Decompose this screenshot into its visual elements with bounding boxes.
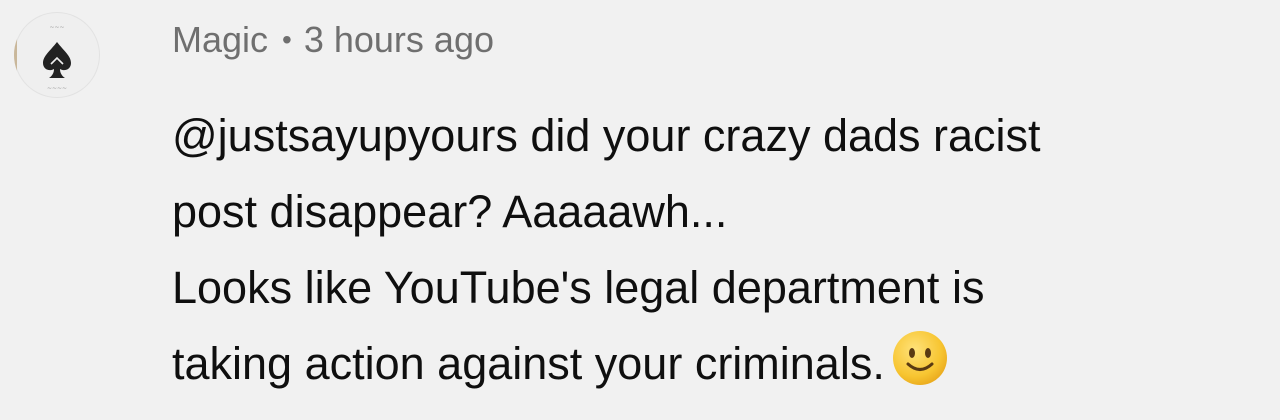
svg-text:~~~: ~~~ [49,24,64,31]
spade-icon: ~~~ ~~~~ [43,24,71,92]
comment-text: @justsayupyours did your crazy dads raci… [172,98,1252,402]
comment-line: post disappear? Aaaaawh... [172,186,728,237]
author-name[interactable]: Magic [172,19,268,61]
avatar[interactable]: ~~~ ~~~~ [14,12,100,98]
comment-line-last: taking action against your criminals. [172,326,1252,402]
comment: ~~~ ~~~~ Magic • 3 hours ago @justsayupy… [0,0,1280,420]
svg-text:~~~~: ~~~~ [47,85,67,92]
comment-header: Magic • 3 hours ago [172,16,494,64]
timestamp[interactable]: 3 hours ago [304,19,494,61]
comment-line-text: taking action against your criminals. [172,338,885,389]
comment-line: @justsayupyours did your crazy dads raci… [172,110,1041,161]
slightly-smiling-face-icon [892,331,947,385]
comment-line: Looks like YouTube's legal department is [172,262,985,313]
separator-dot: • [282,24,292,55]
